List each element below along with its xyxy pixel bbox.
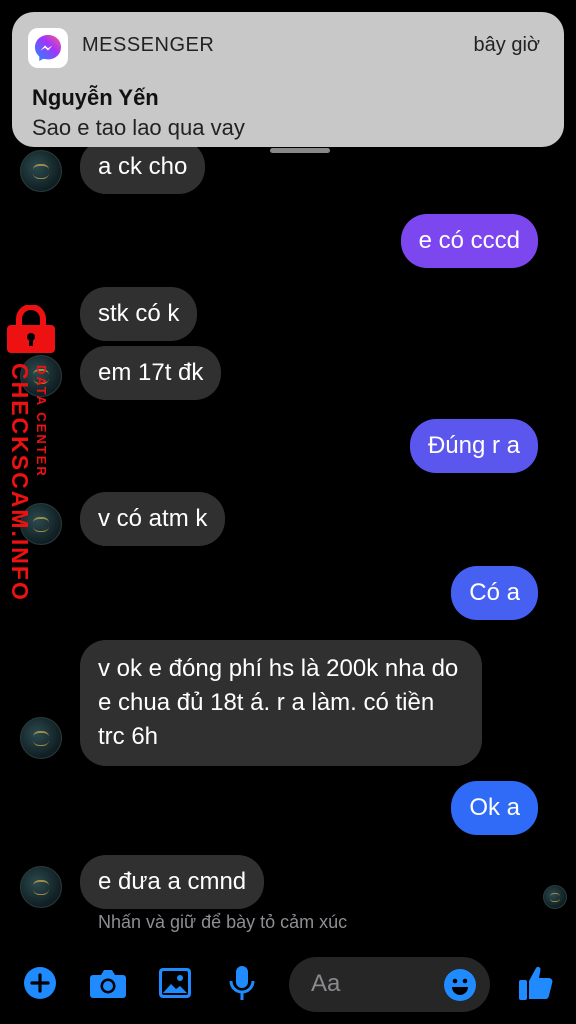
notification-sender: Nguyễn Yến (32, 85, 159, 110)
plus-icon[interactable] (22, 965, 58, 1001)
reaction-hint: Nhấn và giữ để bày tỏ cảm xúc (98, 912, 348, 932)
contact-avatar[interactable] (20, 866, 62, 908)
message-bubble-outgoing[interactable]: Có a (451, 566, 538, 620)
message-bubble-incoming[interactable]: v ok e đóng phí hs là 200k nha do e chua… (80, 640, 482, 766)
message-bubble-incoming[interactable]: e đưa a cmnd (80, 855, 265, 909)
read-receipt-avatar (543, 885, 567, 909)
emoji-icon[interactable] (442, 967, 478, 1003)
image-icon[interactable] (157, 965, 193, 1001)
contact-avatar[interactable] (20, 150, 62, 192)
mic-icon[interactable] (226, 963, 258, 1003)
notification-grabber[interactable] (270, 148, 330, 153)
watermark-sub-text: DATA CENTER (34, 365, 49, 478)
contact-avatar[interactable] (20, 717, 62, 759)
chat-thread: a ck cho e có cccd stk có k em 17t đk Đú… (0, 0, 576, 1024)
message-input-container[interactable] (289, 957, 490, 1012)
message-bubble-incoming[interactable]: em 17t đk (80, 346, 222, 400)
message-bubble-incoming[interactable]: v có atm k (80, 492, 226, 546)
watermark-main-text: CHECKSCAM.INFO (7, 363, 33, 602)
lock-icon (7, 305, 55, 353)
watermark: CHECKSCAM.INFO DATA CENTER (0, 305, 64, 602)
message-bubble-incoming[interactable]: stk có k (80, 287, 198, 341)
message-bubble-outgoing[interactable]: e có cccd (400, 214, 538, 268)
notification-app-name: MESSENGER (82, 34, 215, 56)
message-bubble-outgoing[interactable]: Ok a (451, 781, 538, 835)
notification-time: bây giờ (473, 34, 540, 56)
notification-banner[interactable]: MESSENGER bây giờ Nguyễn Yến Sao e tao l… (12, 12, 564, 153)
camera-icon[interactable] (88, 965, 128, 1001)
message-bubble-incoming[interactable]: a ck cho (80, 140, 206, 194)
message-input[interactable] (311, 967, 431, 1001)
messenger-icon (28, 28, 68, 68)
thumbs-up-icon[interactable] (516, 963, 556, 1003)
message-bubble-outgoing[interactable]: Đúng r a (409, 419, 538, 473)
notification-message: Sao e tao lao qua vay (32, 115, 245, 140)
